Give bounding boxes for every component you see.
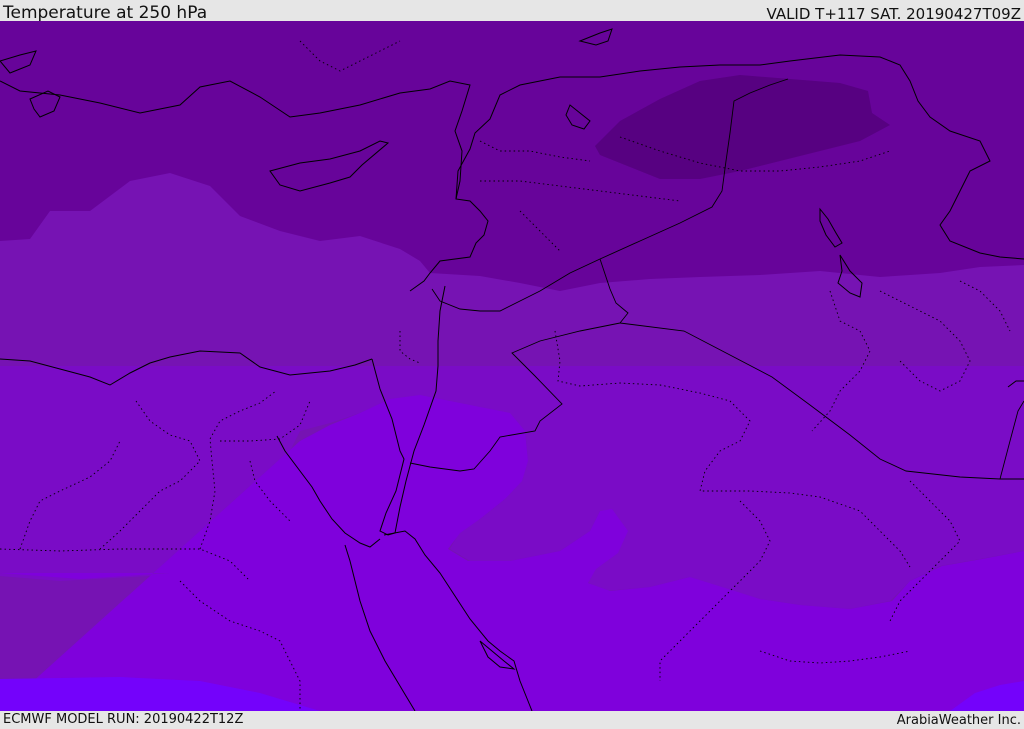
footer-bar: ECMWF MODEL RUN: 20190422T12Z ArabiaWeat… [0,711,1024,729]
model-run-label: ECMWF MODEL RUN: 20190422T12Z [3,712,244,727]
map-title: Temperature at 250 hPa [3,3,208,23]
credit-label: ArabiaWeather Inc. [896,713,1021,728]
header-bar: Temperature at 250 hPa VALID T+117 SAT. … [0,0,1024,23]
map-canvas[interactable] [0,21,1024,711]
map-view: Temperature at 250 hPa VALID T+117 SAT. … [0,0,1024,729]
map-svg [0,21,1024,711]
